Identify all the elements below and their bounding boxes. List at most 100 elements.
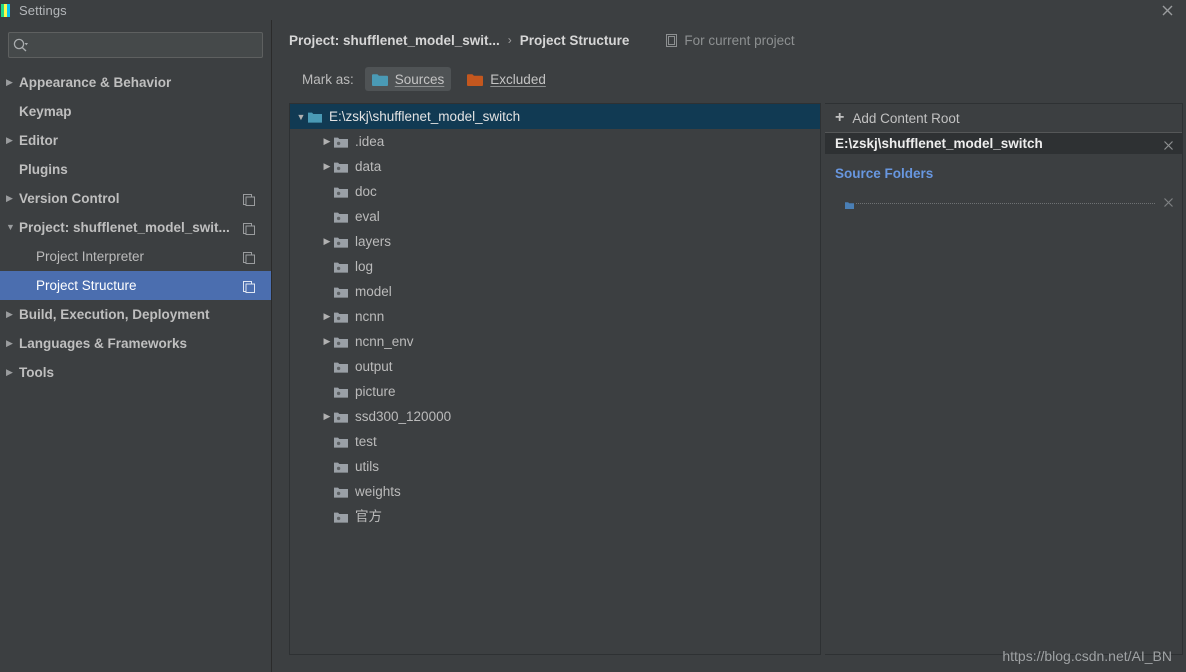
- chevron-right-icon[interactable]: ▶: [6, 310, 19, 319]
- folder-sources-icon: [371, 73, 388, 86]
- sidebar-item-project-interpreter[interactable]: Project Interpreter: [0, 242, 271, 271]
- chevron-down-icon[interactable]: ▼: [6, 223, 19, 232]
- copy-settings-icon[interactable]: [243, 251, 255, 264]
- chevron-right-icon[interactable]: ▶: [6, 136, 19, 145]
- tree-spacer: ▶: [320, 511, 334, 522]
- mark-as-excluded-label: Excluded: [490, 71, 546, 87]
- chevron-right-icon[interactable]: ▶: [320, 311, 334, 322]
- search-box[interactable]: [8, 32, 263, 58]
- structure-panels: ▼ E:\zskj\shufflenet_model_switch ▶ .idea ▶ d…: [289, 103, 1183, 655]
- tree-spacer: ▶: [320, 386, 334, 397]
- search-input[interactable]: [9, 33, 262, 57]
- tree-row-label: log: [355, 258, 374, 274]
- chevron-right-icon[interactable]: ▶: [6, 339, 19, 348]
- tree-row-label: 官方: [355, 508, 382, 524]
- window-title: Settings: [19, 2, 67, 18]
- tree-row-label: ssd300_120000: [355, 408, 452, 424]
- tree-spacer: ▶: [320, 361, 334, 372]
- copy-scope-icon: [666, 33, 679, 47]
- plus-icon: +: [835, 109, 845, 126]
- folder-icon: [334, 261, 348, 273]
- copy-settings-icon[interactable]: [243, 193, 255, 206]
- source-folder-dotted-line: [856, 202, 1155, 204]
- sidebar-item-appearance-behavior[interactable]: ▶ Appearance & Behavior: [0, 68, 271, 97]
- tree-row[interactable]: ▶ output: [290, 354, 820, 379]
- sidebar-item-project-shufflenet-model-swit[interactable]: ▼ Project: shufflenet_model_swit...: [0, 213, 271, 242]
- chevron-right-icon[interactable]: ▶: [320, 336, 334, 347]
- copy-settings-icon[interactable]: [243, 280, 255, 293]
- chevron-right-icon[interactable]: ▶: [6, 78, 19, 87]
- tree-row[interactable]: ▶ test: [290, 429, 820, 454]
- tree-row[interactable]: ▶ ssd300_120000: [290, 404, 820, 429]
- for-current-project: For current project: [666, 33, 795, 48]
- folder-icon: [334, 236, 348, 248]
- tree-row-label: model: [355, 283, 392, 299]
- remove-content-root-icon[interactable]: [1163, 138, 1174, 150]
- tree-row[interactable]: ▶ layers: [290, 229, 820, 254]
- folder-icon: [308, 111, 322, 123]
- tree-row[interactable]: ▶ doc: [290, 179, 820, 204]
- chevron-down-icon[interactable]: ▼: [294, 112, 308, 122]
- chevron-right-icon[interactable]: ▶: [6, 194, 19, 203]
- tree-row[interactable]: ▶ ncnn: [290, 304, 820, 329]
- sidebar-item-label: Project: shufflenet_model_swit...: [19, 220, 230, 235]
- tree-row[interactable]: ▶ model: [290, 279, 820, 304]
- sidebar-item-build-execution-deployment[interactable]: ▶ Build, Execution, Deployment: [0, 300, 271, 329]
- tree-row[interactable]: ▶ .idea: [290, 129, 820, 154]
- chevron-right-icon[interactable]: ▶: [6, 368, 19, 377]
- tree-row[interactable]: ▶ eval: [290, 204, 820, 229]
- sidebar-item-editor[interactable]: ▶ Editor: [0, 126, 271, 155]
- content-root-tree[interactable]: ▼ E:\zskj\shufflenet_model_switch ▶ .idea ▶ d…: [289, 103, 821, 655]
- sidebar-item-version-control[interactable]: ▶ Version Control: [0, 184, 271, 213]
- sidebar-item-label: Languages & Frameworks: [19, 336, 188, 351]
- tree-row-label: layers: [355, 233, 392, 249]
- sidebar-item-label: Keymap: [19, 104, 72, 119]
- sidebar-item-label: Tools: [19, 365, 54, 380]
- breadcrumb-current: Project Structure: [519, 32, 630, 48]
- tree-row[interactable]: ▶ utils: [290, 454, 820, 479]
- close-glyph: [1162, 5, 1172, 15]
- sidebar-item-plugins[interactable]: Plugins: [0, 155, 271, 184]
- tree-row[interactable]: ▶ ncnn_env: [290, 329, 820, 354]
- tree-row[interactable]: ▶ data: [290, 154, 820, 179]
- tree-row[interactable]: ▶ log: [290, 254, 820, 279]
- sidebar-item-label: Project Interpreter: [36, 249, 145, 264]
- folder-icon: [334, 511, 348, 523]
- folder-icon: [334, 161, 348, 173]
- breadcrumb-project[interactable]: Project: shufflenet_model_swit...: [289, 33, 500, 48]
- sidebar-item-tools[interactable]: ▶ Tools: [0, 358, 271, 387]
- tree-row-label: ncnn: [355, 308, 385, 324]
- folder-icon: [334, 286, 348, 298]
- tree-row-label: doc: [355, 183, 377, 199]
- add-content-root-button[interactable]: + Add Content Root: [825, 104, 1182, 132]
- sidebar-item-label: Appearance & Behavior: [19, 75, 172, 90]
- content-root-header: E:\zskj\shufflenet_model_switch: [825, 132, 1182, 154]
- mark-as-excluded-button[interactable]: Excluded: [460, 67, 553, 91]
- chevron-right-icon[interactable]: ▶: [320, 236, 334, 247]
- folder-icon: [334, 186, 348, 198]
- tree-row-label: ncnn_env: [355, 333, 414, 349]
- copy-settings-icon[interactable]: [243, 222, 255, 235]
- tree-row[interactable]: ▶ picture: [290, 379, 820, 404]
- source-folder-row: [825, 192, 1182, 209]
- breadcrumb: Project: shufflenet_model_swit... › Proj…: [289, 30, 1186, 50]
- chevron-right-icon[interactable]: ▶: [320, 411, 334, 422]
- chevron-right-icon[interactable]: ▶: [320, 136, 334, 147]
- tree-row-label: utils: [355, 458, 380, 474]
- tree-row-label: output: [355, 358, 393, 374]
- remove-source-folder-icon[interactable]: [1163, 195, 1174, 207]
- watermark: https://blog.csdn.net/AI_BN: [1002, 648, 1172, 664]
- tree-row-root[interactable]: ▼ E:\zskj\shufflenet_model_switch: [290, 104, 820, 129]
- folder-icon: [334, 211, 348, 223]
- tree-row[interactable]: ▶ 官方: [290, 504, 820, 529]
- folder-icon: [334, 486, 348, 498]
- sidebar-item-languages-frameworks[interactable]: ▶ Languages & Frameworks: [0, 329, 271, 358]
- sidebar-item-label: Project Structure: [36, 278, 137, 293]
- chevron-right-icon[interactable]: ▶: [320, 161, 334, 172]
- sidebar-item-keymap[interactable]: Keymap: [0, 97, 271, 126]
- mark-as-sources-button[interactable]: Sources: [364, 67, 452, 91]
- tree-row-label: eval: [355, 208, 380, 224]
- close-icon[interactable]: [1156, 0, 1178, 20]
- sidebar-item-project-structure[interactable]: Project Structure: [0, 271, 271, 300]
- tree-row[interactable]: ▶ weights: [290, 479, 820, 504]
